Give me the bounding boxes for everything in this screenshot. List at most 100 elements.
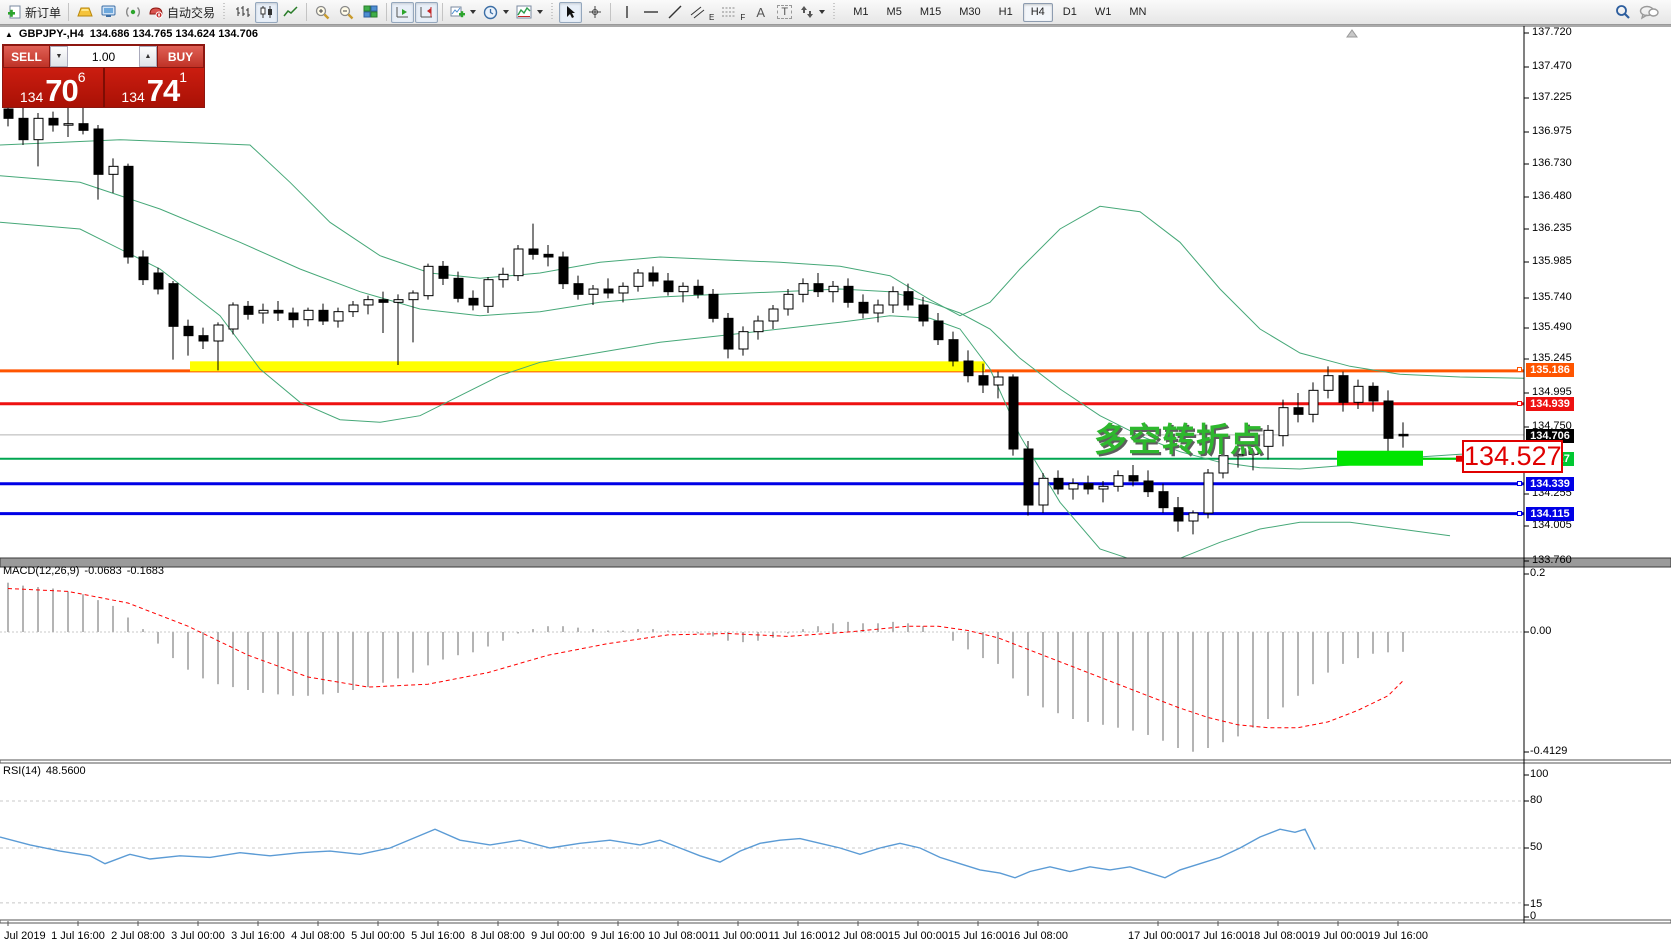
quote-bar: ▲ GBPJPY-,H4 134.686 134.765 134.624 134… [5, 28, 258, 40]
candle-body [603, 288, 614, 294]
candlestick-chart-button[interactable] [255, 1, 279, 23]
auto-trading-button[interactable]: 自动交易 [145, 2, 218, 23]
periods-button[interactable] [480, 2, 512, 23]
candle-body [918, 304, 929, 322]
text-label-tool-button[interactable]: T [773, 2, 796, 23]
candle-body [438, 265, 449, 279]
tile-windows-icon [363, 5, 378, 18]
collapse-panel-icon[interactable]: ▲ [5, 30, 13, 39]
volume-increment-button[interactable]: ▲ [139, 46, 157, 67]
chart-shift-button[interactable] [415, 1, 439, 23]
candle-body [543, 253, 554, 258]
time-axis-label: 19 Jul 00:00 [1308, 930, 1368, 942]
price-tick-label: 137.720 [1532, 26, 1572, 38]
tf-mn[interactable]: MN [1121, 3, 1154, 22]
price-tag-134.939: 134.939 [1526, 397, 1574, 411]
price-tag-notch [1517, 367, 1522, 372]
chevron-down-icon [537, 10, 544, 14]
price-tick-label: 133.760 [1532, 554, 1572, 566]
price-tick-label: 136.480 [1532, 190, 1572, 202]
candle-body [1383, 400, 1394, 439]
candle-body [723, 317, 734, 350]
tf-m15[interactable]: M15 [912, 3, 949, 22]
sell-button[interactable]: SELL [3, 45, 50, 68]
indicators-button[interactable] [513, 2, 546, 23]
tf-h1[interactable]: H1 [991, 3, 1021, 22]
terminal-button[interactable] [97, 2, 120, 23]
toolbar-grip[interactable] [222, 3, 228, 21]
time-axis-label: 2 Jul 08:00 [111, 930, 165, 942]
line-chart-button[interactable] [279, 2, 302, 23]
candle-body [1038, 477, 1049, 506]
auto-scroll-button[interactable] [391, 1, 415, 23]
trendline-tool-button[interactable] [663, 2, 686, 23]
new-chart-button[interactable] [447, 2, 479, 23]
candle-body [1128, 475, 1139, 482]
candle-body [318, 309, 329, 322]
chat-icon[interactable] [1639, 5, 1659, 20]
rsi-name: RSI(14) [3, 765, 41, 777]
zoom-out-button[interactable] [335, 2, 358, 23]
candle-body [153, 272, 164, 290]
candle-body [678, 285, 689, 293]
time-axis-label: 8 Jul 08:00 [471, 930, 525, 942]
vertical-line-tool-button[interactable] [615, 2, 638, 23]
auto-scroll-icon [396, 7, 409, 18]
candle-body [33, 117, 44, 141]
zoom-in-button[interactable] [311, 2, 334, 23]
chevron-down-icon [819, 10, 826, 14]
channel-letter: E [709, 12, 715, 22]
tf-m30[interactable]: M30 [951, 3, 988, 22]
tf-m5[interactable]: M5 [879, 3, 910, 22]
rsi-tick-label: 100 [1530, 768, 1549, 780]
level-price-box[interactable]: 134.527 [1462, 440, 1563, 473]
candle-body [1008, 376, 1019, 450]
tf-h4[interactable]: H4 [1022, 2, 1053, 22]
separator [306, 3, 308, 21]
main-toolbar: 新订单 自动交易 E F A T M1 M5 M15 M30 H1 H4 D1 … [0, 0, 1671, 25]
tf-d1[interactable]: D1 [1055, 3, 1085, 22]
volume-decrement-button[interactable]: ▼ [50, 46, 68, 67]
bar-chart-button[interactable] [231, 2, 254, 23]
candle-body [573, 283, 584, 295]
separator [610, 3, 612, 21]
crosshair-tool-button[interactable] [583, 2, 606, 23]
signal-icon [125, 7, 140, 17]
text-tool-button[interactable]: A [749, 2, 772, 23]
timeframe-group: M1 M5 M15 M30 H1 H4 D1 W1 MN [845, 2, 1154, 22]
candle-body [1203, 472, 1214, 514]
terminal-icon [101, 5, 116, 17]
chart-canvas[interactable] [0, 0, 1671, 949]
cursor-icon [567, 6, 576, 18]
arrows-tool-button[interactable] [797, 2, 828, 23]
new-order-button[interactable]: 新订单 [4, 2, 64, 23]
signal-button[interactable] [121, 2, 144, 23]
buy-button[interactable]: BUY [157, 45, 204, 68]
candle-body [528, 248, 539, 255]
price-tag-notch [1517, 401, 1522, 406]
auto-trading-icon [149, 7, 163, 19]
zoom-out-icon [339, 5, 354, 19]
candle-body [1323, 375, 1334, 391]
candle-body [708, 293, 719, 319]
volume-input[interactable] [68, 46, 139, 67]
candle-body [1398, 433, 1409, 437]
zoom-in-icon [315, 5, 330, 19]
toolbar-grip[interactable] [550, 3, 556, 21]
sell-price[interactable]: 134 70 6 [3, 68, 105, 107]
candle-body [813, 283, 824, 293]
macd-label: MACD(12,26,9) -0.0683 -0.1683 [3, 565, 164, 577]
tile-windows-button[interactable] [359, 2, 382, 23]
tf-w1[interactable]: W1 [1087, 3, 1120, 22]
rsi-tick-label: 15 [1530, 898, 1543, 910]
tf-m1[interactable]: M1 [845, 3, 876, 22]
toolbar-grip[interactable] [832, 3, 838, 21]
search-icon[interactable] [1615, 4, 1631, 20]
macd-tick-label: 0.2 [1530, 567, 1546, 579]
buy-price[interactable]: 134 74 1 [105, 68, 205, 107]
horizontal-line-tool-button[interactable] [639, 2, 662, 23]
channel-tool-button[interactable]: E [687, 2, 717, 23]
deposit-button[interactable] [73, 2, 96, 23]
cursor-tool-button[interactable] [559, 1, 583, 23]
fibonacci-tool-button[interactable]: F [718, 2, 748, 23]
